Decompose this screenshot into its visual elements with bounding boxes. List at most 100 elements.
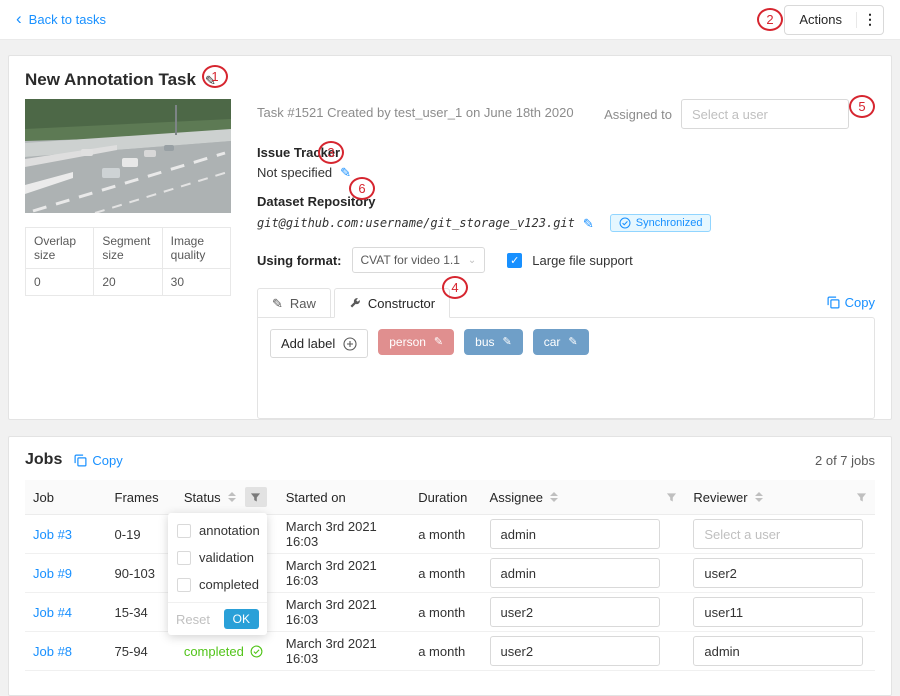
task-meta-text: Task #1521 Created by test_user_1 on Jun… [257, 99, 574, 120]
checkbox-icon[interactable] [177, 578, 191, 592]
tool-icon [349, 297, 361, 309]
sort-icon[interactable] [550, 492, 558, 502]
assigned-to-label: Assigned to [604, 107, 672, 122]
job-link[interactable]: Job #3 [33, 527, 72, 542]
reviewer-filter-icon[interactable] [856, 492, 867, 503]
actions-button[interactable]: Actions ⋮ [784, 5, 884, 35]
label-chip-bus[interactable]: bus ✎ [464, 329, 523, 355]
param-value: 20 [94, 269, 162, 296]
label-chip-text: person [389, 335, 426, 349]
large-file-checkbox[interactable]: ✓ [507, 253, 522, 268]
edit-label-icon[interactable]: ✎ [568, 337, 577, 348]
filter-option-annotation[interactable]: annotation [168, 517, 267, 544]
reviewer-input[interactable] [693, 558, 863, 588]
kebab-menu-icon[interactable]: ⋮ [857, 11, 883, 28]
back-to-tasks-label: Back to tasks [29, 12, 106, 27]
task-title: New Annotation Task [25, 70, 196, 90]
sort-icon[interactable] [755, 492, 763, 502]
column-header-duration: Duration [410, 480, 481, 515]
issue-tracker-value: Not specified [257, 165, 332, 180]
assignee-input[interactable] [490, 558, 660, 588]
param-value: 30 [162, 269, 230, 296]
edit-label-icon[interactable]: ✎ [503, 337, 512, 348]
assigned-to-input[interactable] [681, 99, 849, 129]
copy-icon [827, 296, 840, 309]
tab-constructor[interactable]: Constructor [334, 288, 450, 318]
reviewer-input[interactable] [693, 597, 863, 627]
assignee-input[interactable] [490, 519, 660, 549]
param-header: Image quality [162, 228, 230, 269]
format-select[interactable]: CVAT for video 1.1 ⌄ [352, 247, 486, 273]
status-text: completed [184, 644, 244, 659]
add-label-button[interactable]: Add label [270, 329, 368, 358]
sync-badge-label: Synchronized [636, 217, 703, 229]
column-header-assignee: Assignee [482, 480, 686, 515]
filter-reset-button[interactable]: Reset [176, 612, 210, 627]
jobs-table: Job Frames Status Started on Duration [25, 480, 875, 671]
table-row: Job #3 0-19 March 3rd 2021 16:03 a month [25, 515, 875, 554]
param-value: 0 [26, 269, 94, 296]
issue-tracker-label: Issue Tracker [257, 145, 875, 160]
job-link[interactable]: Job #9 [33, 566, 72, 581]
repository-url: git@github.com:username/git_storage_v123… [257, 216, 575, 230]
table-row: Job #4 15-34 March 3rd 2021 16:03 a mont… [25, 593, 875, 632]
column-header-frames: Frames [107, 480, 176, 515]
jobs-copy-label: Copy [92, 453, 122, 468]
labels-copy-button[interactable]: Copy [827, 295, 875, 310]
assignee-header-label: Assignee [490, 490, 543, 505]
jobs-table-header-row: Job Frames Status Started on Duration [25, 480, 875, 515]
table-row: Job #8 75-94 completed March 3rd 2021 16… [25, 632, 875, 671]
assignee-input[interactable] [490, 597, 660, 627]
jobs-card: Jobs Copy 2 of 7 jobs Job Frames Status [8, 436, 892, 696]
duration-cell: a month [410, 554, 481, 593]
actions-button-label: Actions [785, 12, 856, 27]
filter-option-completed[interactable]: completed [168, 571, 267, 598]
format-select-value: CVAT for video 1.1 [361, 253, 460, 267]
pencil-icon: ✎ [272, 297, 283, 310]
param-header: Segment size [94, 228, 162, 269]
filter-option-validation[interactable]: validation [168, 544, 267, 571]
edit-title-icon[interactable]: ✎ [205, 74, 216, 87]
status-filter-dropdown: annotation validation completed Reset OK [168, 513, 267, 635]
column-header-started: Started on [278, 480, 410, 515]
back-to-tasks-link[interactable]: ‹ Back to tasks [16, 12, 106, 27]
chevron-down-icon: ⌄ [468, 255, 476, 266]
jobs-count: 2 of 7 jobs [815, 453, 875, 468]
duration-cell: a month [410, 593, 481, 632]
assignee-input[interactable] [490, 636, 660, 666]
started-cell: March 3rd 2021 16:03 [278, 554, 410, 593]
label-chip-car[interactable]: car ✎ [533, 329, 589, 355]
edit-repository-icon[interactable]: ✎ [583, 217, 594, 230]
frames-cell: 75-94 [107, 632, 176, 671]
table-row: Job #9 90-103 March 3rd 2021 16:03 a mon… [25, 554, 875, 593]
filter-option-label: completed [199, 577, 259, 592]
status-filter-icon[interactable] [245, 487, 267, 507]
started-cell: March 3rd 2021 16:03 [278, 632, 410, 671]
filter-ok-button[interactable]: OK [224, 609, 259, 629]
job-link[interactable]: Job #8 [33, 644, 72, 659]
edit-issue-tracker-icon[interactable]: ✎ [340, 166, 351, 179]
edit-label-icon[interactable]: ✎ [434, 337, 443, 348]
tab-raw[interactable]: ✎ Raw [257, 288, 331, 318]
sync-status-badge: Synchronized [610, 214, 712, 232]
label-chip-person[interactable]: person ✎ [378, 329, 454, 355]
checkbox-icon[interactable] [177, 551, 191, 565]
checkbox-icon[interactable] [177, 524, 191, 538]
job-link[interactable]: Job #4 [33, 605, 72, 620]
filter-option-label: validation [199, 550, 254, 565]
assignee-filter-icon[interactable] [666, 492, 677, 503]
chevron-left-icon: ‹ [16, 10, 22, 27]
tab-constructor-label: Constructor [368, 296, 435, 311]
label-chip-text: bus [475, 335, 494, 349]
label-chip-text: car [544, 335, 561, 349]
reviewer-input[interactable] [693, 636, 863, 666]
jobs-copy-button[interactable]: Copy [74, 453, 122, 468]
status-header-label: Status [184, 490, 221, 505]
sort-icon[interactable] [228, 492, 236, 502]
frames-cell: 0-19 [107, 515, 176, 554]
reviewer-input[interactable] [693, 519, 863, 549]
plus-circle-icon [343, 337, 357, 351]
started-cell: March 3rd 2021 16:03 [278, 515, 410, 554]
large-file-label: Large file support [532, 253, 632, 268]
param-header: Overlap size [26, 228, 94, 269]
